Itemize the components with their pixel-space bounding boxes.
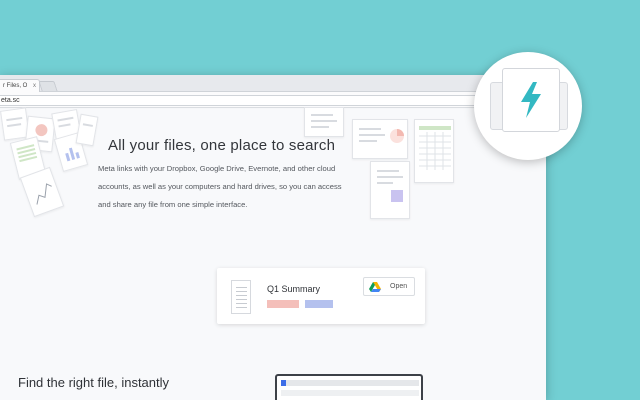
lightning-bolt-icon	[521, 82, 541, 118]
google-drive-icon	[369, 282, 381, 292]
decorative-document	[414, 119, 454, 183]
section-title: Find the right file, instantly	[18, 375, 170, 390]
decorative-document	[19, 166, 65, 218]
open-button[interactable]: Open	[363, 277, 415, 296]
tab-strip: r Files, O x	[0, 75, 546, 93]
pie-chart-icon	[390, 129, 404, 143]
file-result-card[interactable]: Q1 Summary Open	[217, 268, 425, 324]
address-bar: eta.sc	[0, 92, 546, 108]
line-chart-icon	[36, 183, 52, 205]
extension-button[interactable]	[502, 68, 560, 132]
spreadsheet-icon	[419, 126, 451, 170]
decorative-document	[370, 161, 410, 219]
extension-magnifier	[474, 52, 582, 160]
browser-window: r Files, O x eta.sc	[0, 75, 546, 400]
decorative-document	[75, 113, 99, 147]
url-input[interactable]: eta.sc	[0, 95, 526, 106]
tab-title: r Files, O	[3, 83, 28, 89]
decorative-document	[304, 107, 344, 137]
hero-description: Meta links with your Dropbox, Google Dri…	[98, 164, 342, 209]
document-icon	[231, 280, 251, 314]
preview-screenshot	[275, 374, 423, 400]
decorative-document	[352, 119, 408, 159]
file-tag	[267, 300, 299, 308]
file-title: Q1 Summary	[267, 284, 321, 294]
browser-tab[interactable]: r Files, O x	[0, 79, 40, 93]
hero-title: All your files, one place to search	[108, 137, 336, 154]
file-tag	[305, 300, 333, 308]
open-label: Open	[390, 283, 408, 290]
new-tab-button[interactable]	[38, 81, 58, 91]
